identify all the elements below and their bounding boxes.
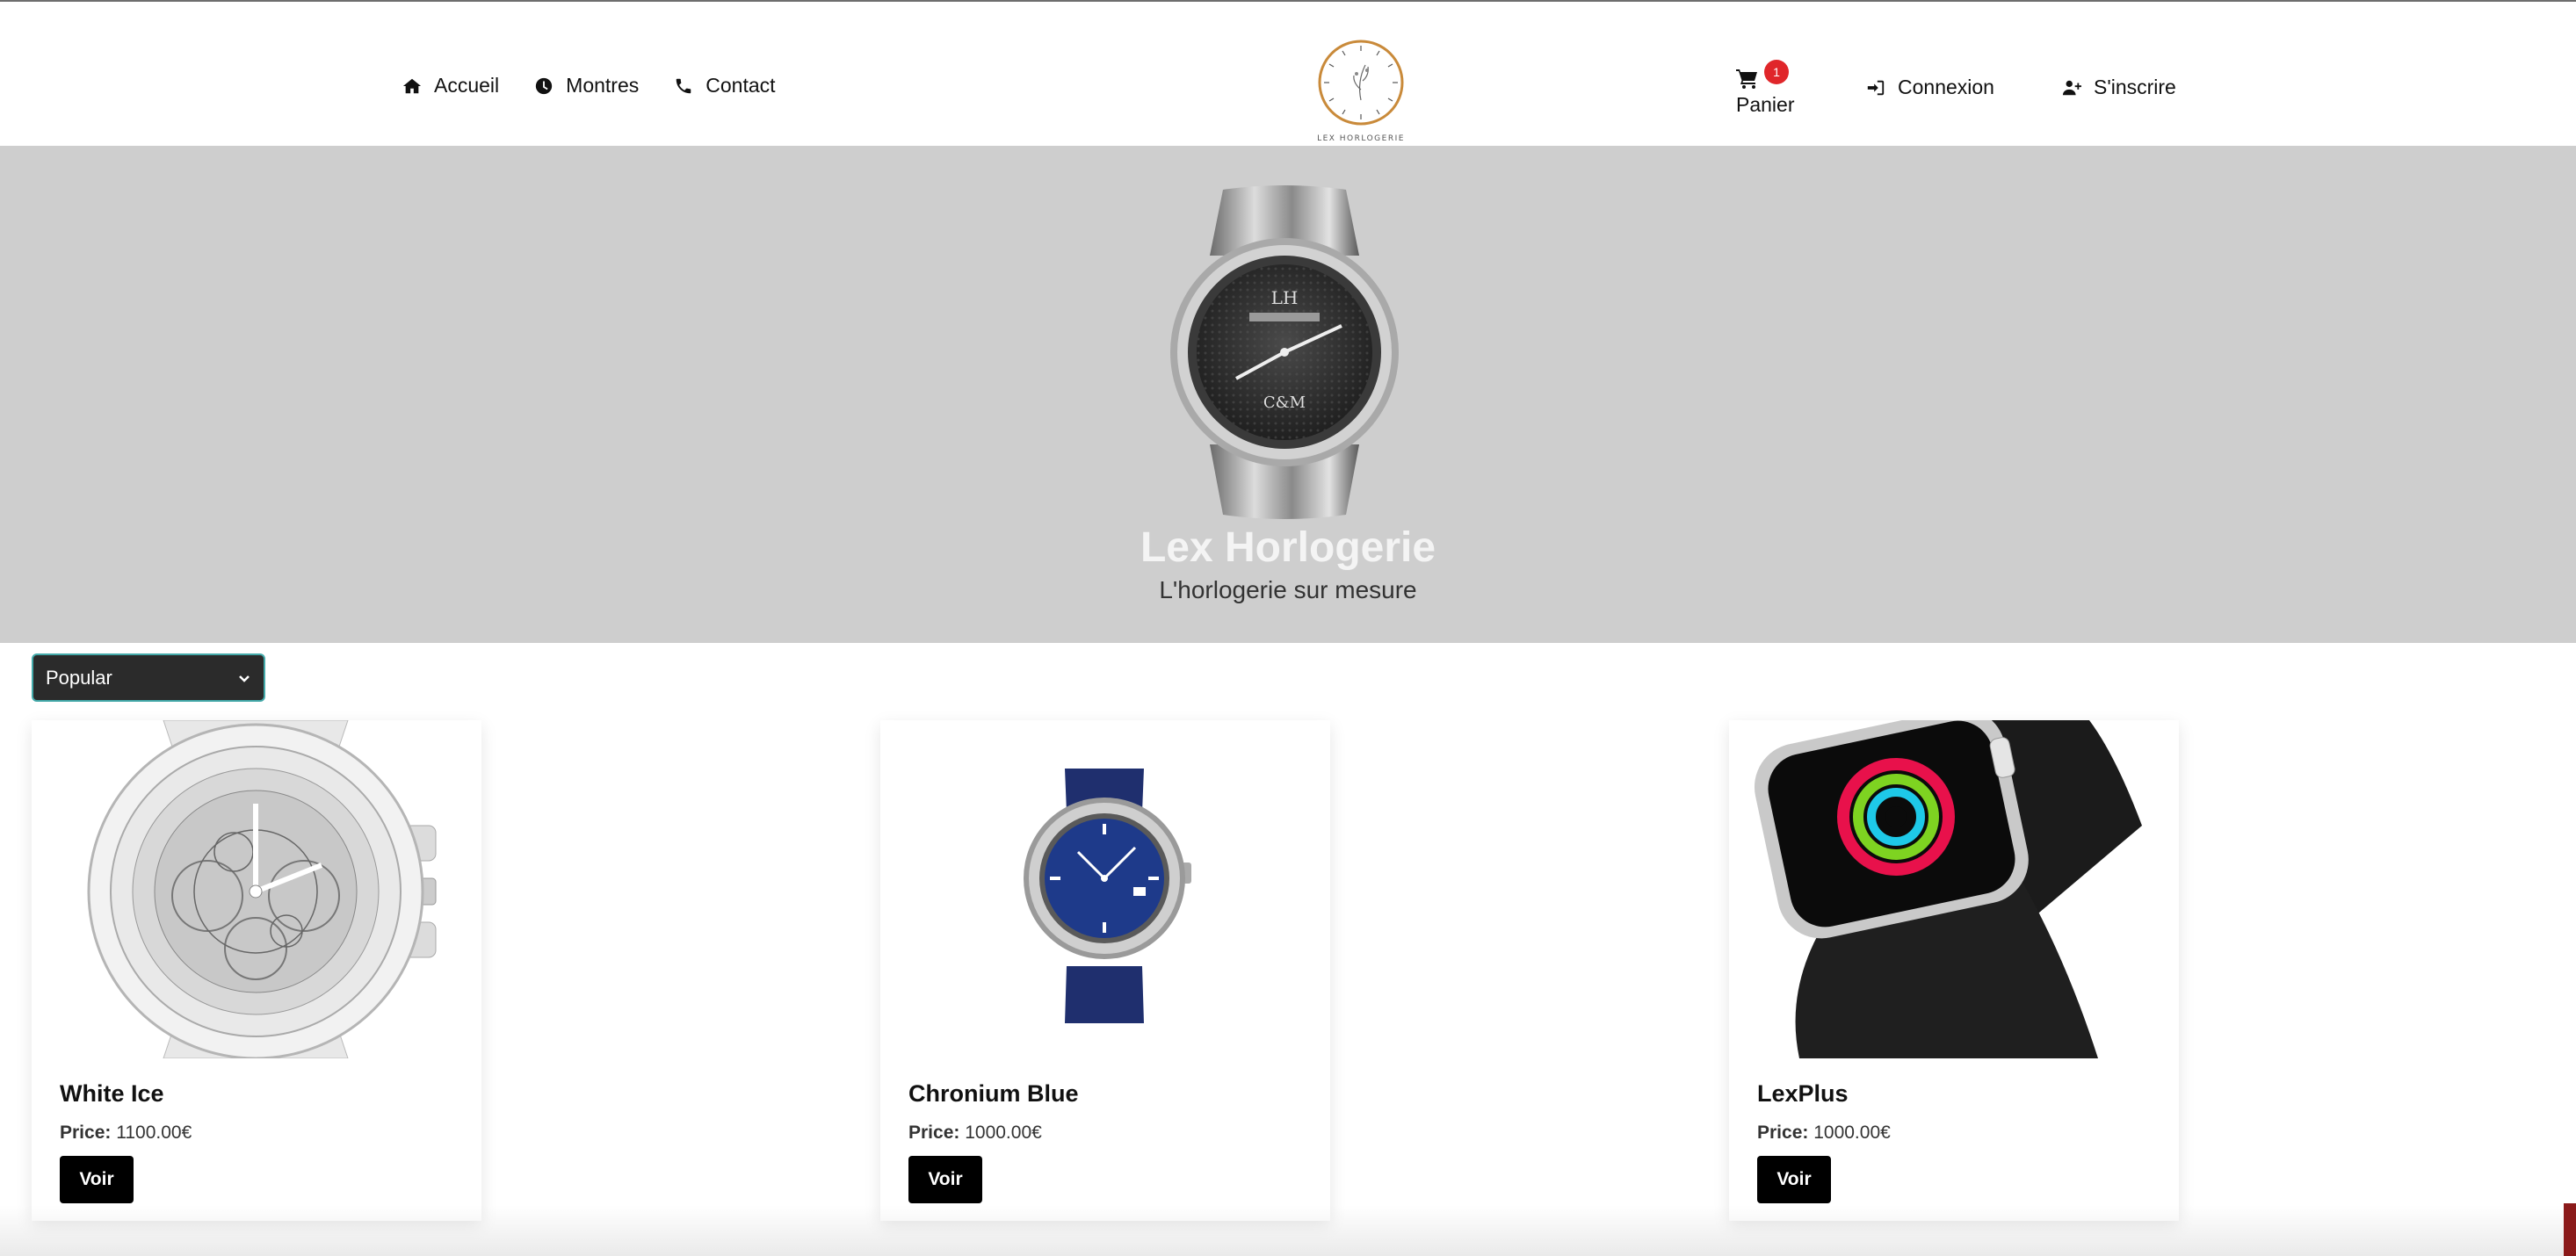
- user-plus-icon: [2062, 80, 2081, 95]
- product-image[interactable]: [880, 720, 1330, 1058]
- product-image[interactable]: [32, 720, 481, 1058]
- nav-item-label: Montres: [566, 74, 640, 97]
- nav-item-label: Contact: [706, 74, 776, 97]
- product-name: White Ice: [60, 1080, 164, 1107]
- lexplus-watch-image: [1729, 720, 2179, 1058]
- chronium-blue-watch-image: [880, 720, 1330, 1058]
- register-link[interactable]: S'inscrire: [2062, 76, 2176, 99]
- product-name: LexPlus: [1757, 1080, 1849, 1107]
- nav-item-label: Accueil: [434, 74, 500, 97]
- clock-icon: [535, 77, 553, 94]
- cart-icon: [1736, 69, 1757, 89]
- cart-label: Panier: [1736, 93, 1795, 116]
- navbar: Accueil Montres Contact LEX HORLOGERIE 1: [0, 2, 2576, 146]
- product-card-white-ice: White Ice Price: 1100.00€ Voir: [32, 720, 481, 1221]
- price-value: 1000.00€: [1813, 1122, 1891, 1143]
- main-nav: Accueil Montres Contact: [402, 74, 776, 97]
- hero-banner: LH C&M Lex Horlogerie L'horlogerie sur m…: [0, 146, 2576, 643]
- sign-in-icon: [1867, 80, 1885, 95]
- product-price: Price: 1100.00€: [60, 1122, 192, 1144]
- cart-button[interactable]: 1 Panier: [1736, 60, 1815, 121]
- chevron-down-icon: [239, 675, 250, 682]
- logo-text: LEX HORLOGERIE: [1317, 134, 1405, 143]
- bottom-edge-accent: [2564, 1203, 2576, 1256]
- hero-title: Lex Horlogerie: [1140, 524, 1436, 571]
- nav-item-contact[interactable]: Contact: [674, 74, 776, 97]
- price-label: Price:: [908, 1122, 960, 1143]
- register-label: S'inscrire: [2094, 76, 2176, 98]
- hero-subtitle: L'horlogerie sur mesure: [1159, 576, 1417, 603]
- product-card-lexplus: LexPlus Price: 1000.00€ Voir: [1729, 720, 2179, 1221]
- cart-count-badge: 1: [1764, 60, 1789, 84]
- product-price: Price: 1000.00€: [908, 1122, 1042, 1144]
- nav-item-accueil[interactable]: Accueil: [402, 74, 499, 97]
- view-button[interactable]: Voir: [908, 1156, 982, 1203]
- price-label: Price:: [60, 1122, 112, 1143]
- hero-watch-image: LH C&M: [1170, 185, 1399, 519]
- product-image[interactable]: [1729, 720, 2179, 1058]
- view-button[interactable]: Voir: [60, 1156, 134, 1203]
- price-value: 1000.00€: [965, 1122, 1042, 1143]
- watch-dial-logo: C&M: [1263, 393, 1306, 412]
- login-link[interactable]: Connexion: [1866, 76, 1994, 99]
- home-icon: [402, 78, 422, 93]
- view-button[interactable]: Voir: [1757, 1156, 1831, 1203]
- product-price: Price: 1000.00€: [1757, 1122, 1891, 1144]
- product-name: Chronium Blue: [908, 1080, 1079, 1107]
- phone-icon: [677, 78, 691, 93]
- white-ice-watch-image: [32, 720, 481, 1058]
- login-label: Connexion: [1898, 76, 1994, 98]
- price-value: 1100.00€: [116, 1122, 192, 1143]
- watch-initials: LH: [1271, 287, 1299, 308]
- sort-select[interactable]: Popular: [32, 653, 265, 702]
- sort-selected-value: Popular: [46, 666, 112, 689]
- product-card-chronium-blue: Chronium Blue Price: 1000.00€ Voir: [880, 720, 1330, 1221]
- lex-horlogerie-logo[interactable]: LEX HORLOGERIE: [1307, 37, 1415, 144]
- price-label: Price:: [1757, 1122, 1809, 1143]
- nav-item-montres[interactable]: Montres: [534, 74, 639, 97]
